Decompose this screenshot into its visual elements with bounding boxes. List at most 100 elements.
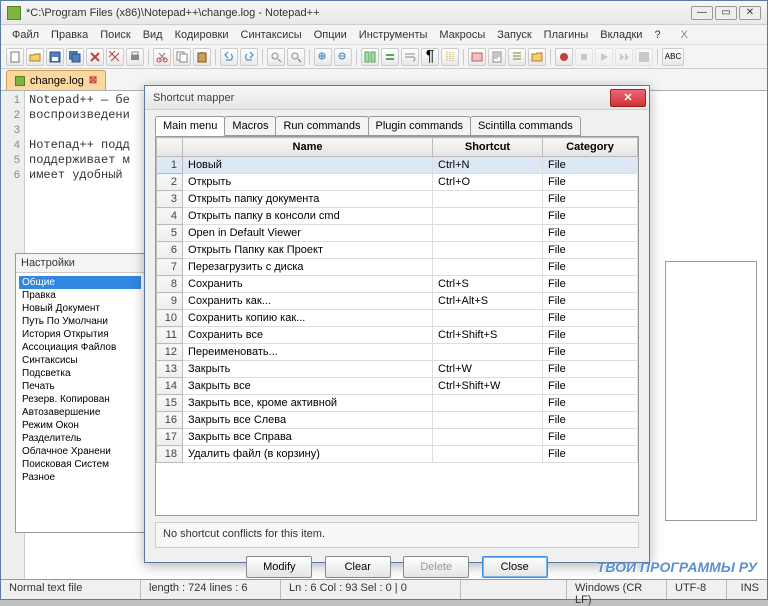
saveall-icon[interactable] — [66, 48, 84, 66]
spellcheck-icon[interactable]: ABC — [662, 48, 684, 66]
menu-run[interactable]: Запуск — [492, 27, 536, 43]
menu-view[interactable]: Вид — [138, 27, 168, 43]
menu-tools[interactable]: Инструменты — [354, 27, 433, 43]
menu-encoding[interactable]: Кодировки — [170, 27, 234, 43]
table-row[interactable]: 13ЗакрытьCtrl+WFile — [157, 361, 638, 378]
close-file-icon[interactable] — [86, 48, 104, 66]
statusbar: Normal text file length : 724 lines : 6 … — [1, 579, 767, 599]
print-icon[interactable] — [126, 48, 144, 66]
settings-item[interactable]: Печать — [19, 380, 141, 393]
lang-icon[interactable] — [468, 48, 486, 66]
doc-map-icon[interactable] — [488, 48, 506, 66]
table-row[interactable]: 16Закрыть все СлеваFile — [157, 412, 638, 429]
settings-item[interactable]: История Открытия — [19, 328, 141, 341]
zoomin-icon[interactable] — [314, 48, 332, 66]
settings-item[interactable]: Ассоциация Файлов — [19, 341, 141, 354]
settings-item[interactable]: Поисковая Систем — [19, 458, 141, 471]
table-row[interactable]: 7Перезагрузить с дискаFile — [157, 259, 638, 276]
status-mode: INS — [727, 580, 767, 599]
settings-item[interactable]: Общие — [19, 276, 141, 289]
minimize-button[interactable]: — — [691, 6, 713, 20]
sync-v-icon[interactable] — [361, 48, 379, 66]
table-row[interactable]: 10Сохранить копию как...File — [157, 310, 638, 327]
table-row[interactable]: 6Открыть Папку как ПроектFile — [157, 242, 638, 259]
settings-item[interactable]: Новый Документ — [19, 302, 141, 315]
table-row[interactable]: 4Открыть папку в консоли cmdFile — [157, 208, 638, 225]
settings-item[interactable]: Режим Окон — [19, 419, 141, 432]
func-list-icon[interactable] — [508, 48, 526, 66]
menu-macros[interactable]: Макросы — [434, 27, 490, 43]
folder-icon[interactable] — [528, 48, 546, 66]
menu-tabs[interactable]: Вкладки — [595, 27, 647, 43]
table-row[interactable]: 8СохранитьCtrl+SFile — [157, 276, 638, 293]
table-row[interactable]: 1НовыйCtrl+NFile — [157, 157, 638, 174]
wrap-icon[interactable] — [401, 48, 419, 66]
col-category[interactable]: Category — [543, 138, 638, 157]
table-row[interactable]: 14Закрыть всеCtrl+Shift+WFile — [157, 378, 638, 395]
rec-save-icon[interactable] — [635, 48, 653, 66]
table-row[interactable]: 3Открыть папку документаFile — [157, 191, 638, 208]
dialog-close-button[interactable]: ✕ — [610, 89, 646, 107]
cut-icon[interactable] — [153, 48, 171, 66]
settings-item[interactable]: Путь По Умолчани — [19, 315, 141, 328]
menu-file[interactable]: Файл — [7, 27, 44, 43]
menu-plugins[interactable]: Плагины — [539, 27, 594, 43]
table-row[interactable]: 5Open in Default ViewerFile — [157, 225, 638, 242]
settings-item[interactable]: Правка — [19, 289, 141, 302]
table-row[interactable]: 17Закрыть все СправаFile — [157, 429, 638, 446]
settings-item[interactable]: Разделитель — [19, 432, 141, 445]
new-icon[interactable] — [6, 48, 24, 66]
settings-item[interactable]: Синтаксисы — [19, 354, 141, 367]
table-row[interactable]: 2ОткрытьCtrl+OFile — [157, 174, 638, 191]
table-row[interactable]: 9Сохранить как...Ctrl+Alt+SFile — [157, 293, 638, 310]
maximize-button[interactable]: ▭ — [715, 6, 737, 20]
delete-button[interactable]: Delete — [403, 556, 469, 578]
rec-start-icon[interactable] — [555, 48, 573, 66]
settings-item[interactable]: Автозавершение — [19, 406, 141, 419]
menu-help[interactable]: ? — [649, 27, 665, 43]
tab-plugin-commands[interactable]: Plugin commands — [368, 116, 471, 136]
close-button[interactable]: ✕ — [739, 6, 761, 20]
rec-multi-icon[interactable] — [615, 48, 633, 66]
tab-macros[interactable]: Macros — [224, 116, 276, 136]
hidden-chars-icon[interactable]: ¶ — [421, 48, 439, 66]
zoomout-icon[interactable] — [334, 48, 352, 66]
table-row[interactable]: 18Удалить файл (в корзину)File — [157, 446, 638, 463]
indent-guide-icon[interactable] — [441, 48, 459, 66]
modify-button[interactable]: Modify — [246, 556, 312, 578]
paste-icon[interactable] — [193, 48, 211, 66]
undo-icon[interactable] — [220, 48, 238, 66]
shortcut-table[interactable]: Name Shortcut Category 1НовыйCtrl+NFile2… — [156, 137, 638, 463]
menu-edit[interactable]: Правка — [46, 27, 93, 43]
col-shortcut[interactable]: Shortcut — [433, 138, 543, 157]
col-name[interactable]: Name — [183, 138, 433, 157]
settings-item[interactable]: Подсветка — [19, 367, 141, 380]
menu-search[interactable]: Поиск — [95, 27, 135, 43]
closeall-icon[interactable] — [106, 48, 124, 66]
sync-h-icon[interactable] — [381, 48, 399, 66]
tab-run-commands[interactable]: Run commands — [275, 116, 368, 136]
copy-icon[interactable] — [173, 48, 191, 66]
menu-syntax[interactable]: Синтаксисы — [236, 27, 307, 43]
settings-item[interactable]: Облачное Хранени — [19, 445, 141, 458]
tab-main-menu[interactable]: Main menu — [155, 116, 225, 136]
table-row[interactable]: 12Переименовать...File — [157, 344, 638, 361]
settings-item[interactable]: Резерв. Копирован — [19, 393, 141, 406]
rec-play-icon[interactable] — [595, 48, 613, 66]
find-icon[interactable] — [267, 48, 285, 66]
save-icon[interactable] — [46, 48, 64, 66]
tab-scintilla-commands[interactable]: Scintilla commands — [470, 116, 581, 136]
rec-stop-icon[interactable] — [575, 48, 593, 66]
clear-button[interactable]: Clear — [325, 556, 391, 578]
close-dialog-button[interactable]: Close — [482, 556, 548, 578]
tab-close-icon[interactable]: ⊠ — [89, 75, 97, 86]
redo-icon[interactable] — [240, 48, 258, 66]
settings-item[interactable]: Разное — [19, 471, 141, 484]
file-tab[interactable]: change.log ⊠ — [6, 70, 106, 90]
open-icon[interactable] — [26, 48, 44, 66]
menu-options[interactable]: Опции — [309, 27, 352, 43]
col-number[interactable] — [157, 138, 183, 157]
table-row[interactable]: 11Сохранить всеCtrl+Shift+SFile — [157, 327, 638, 344]
replace-icon[interactable] — [287, 48, 305, 66]
table-row[interactable]: 15Закрыть все, кроме активнойFile — [157, 395, 638, 412]
